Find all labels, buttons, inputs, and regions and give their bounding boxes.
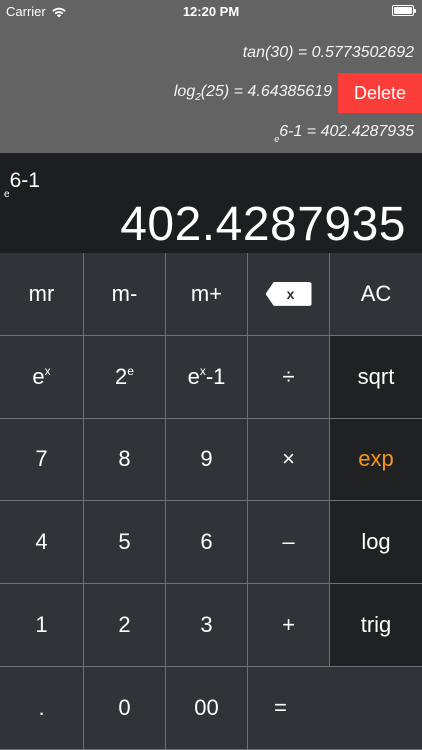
keypad: mr m- m+ x AC ex 2e e x -1 ÷ sqrt 7 8 9 × … <box>0 253 422 750</box>
backspace-icon: x <box>265 281 312 306</box>
digit-8-button[interactable]: 8 <box>84 418 166 502</box>
double-zero-button[interactable]: 00 <box>166 666 248 750</box>
delete-button[interactable]: Delete <box>338 73 422 113</box>
history-entry[interactable]: tan(30) = 0.5773502692 <box>243 44 414 62</box>
history-text: 6-1 = 402.4287935 <box>279 123 414 140</box>
history-prefix: e <box>274 134 280 144</box>
digit-4-button[interactable]: 4 <box>0 501 84 585</box>
battery-icon <box>392 5 416 16</box>
expression: e6-1 <box>4 169 40 200</box>
minus-button[interactable]: – <box>248 501 330 585</box>
digit-6-button[interactable]: 6 <box>166 501 248 585</box>
divide-button[interactable]: ÷ <box>248 335 330 419</box>
exp-x-button[interactable]: ex <box>0 335 84 419</box>
digit-1-button[interactable]: 1 <box>0 584 84 667</box>
two-pow-e-button[interactable]: 2e <box>84 335 166 419</box>
multiply-button[interactable]: × <box>248 418 330 502</box>
memory-minus-button[interactable]: m- <box>84 253 166 336</box>
digit-9-button[interactable]: 9 <box>166 418 248 502</box>
history-func: log <box>173 83 196 100</box>
result-value: 402.4287935 <box>120 198 406 251</box>
decimal-point-button[interactable]: . <box>0 666 84 750</box>
history-text: tan(30) = 0.5773502692 <box>242 44 414 61</box>
memory-plus-button[interactable]: m+ <box>166 253 248 336</box>
digit-0-button[interactable]: 0 <box>84 666 166 750</box>
status-time: 12:20 PM <box>182 4 240 19</box>
history-panel: tan(30) = 0.5773502692 log2(25) = 4.6438… <box>0 22 422 153</box>
all-clear-button[interactable]: AC <box>330 253 422 336</box>
digit-3-button[interactable]: 3 <box>166 584 248 667</box>
exp-x-minus-one-button[interactable]: e x -1 <box>166 335 248 419</box>
log-button[interactable]: log <box>330 501 422 585</box>
status-bar: Carrier 12:20 PM <box>0 0 422 22</box>
sqrt-button[interactable]: sqrt <box>330 335 422 419</box>
expression-prefix: e <box>4 189 10 200</box>
calculator-display: e6-1 402.4287935 <box>0 153 422 253</box>
plus-button[interactable]: + <box>248 584 330 667</box>
backspace-button[interactable]: x <box>248 253 330 336</box>
expression-text: 6-1 <box>9 169 40 192</box>
history-entry[interactable]: e6-1 = 402.4287935 <box>274 123 414 144</box>
digit-5-button[interactable]: 5 <box>84 501 166 585</box>
digit-7-button[interactable]: 7 <box>0 418 84 502</box>
digit-2-button[interactable]: 2 <box>84 584 166 667</box>
history-text: (25) = 4.64385619 <box>200 83 332 100</box>
memory-recall-button[interactable]: mr <box>0 253 84 336</box>
equals-button[interactable]: = <box>248 666 422 750</box>
trig-button[interactable]: trig <box>330 584 422 667</box>
history-entry[interactable]: log2(25) = 4.64385619 <box>174 83 332 103</box>
exp-button[interactable]: exp <box>330 418 422 502</box>
